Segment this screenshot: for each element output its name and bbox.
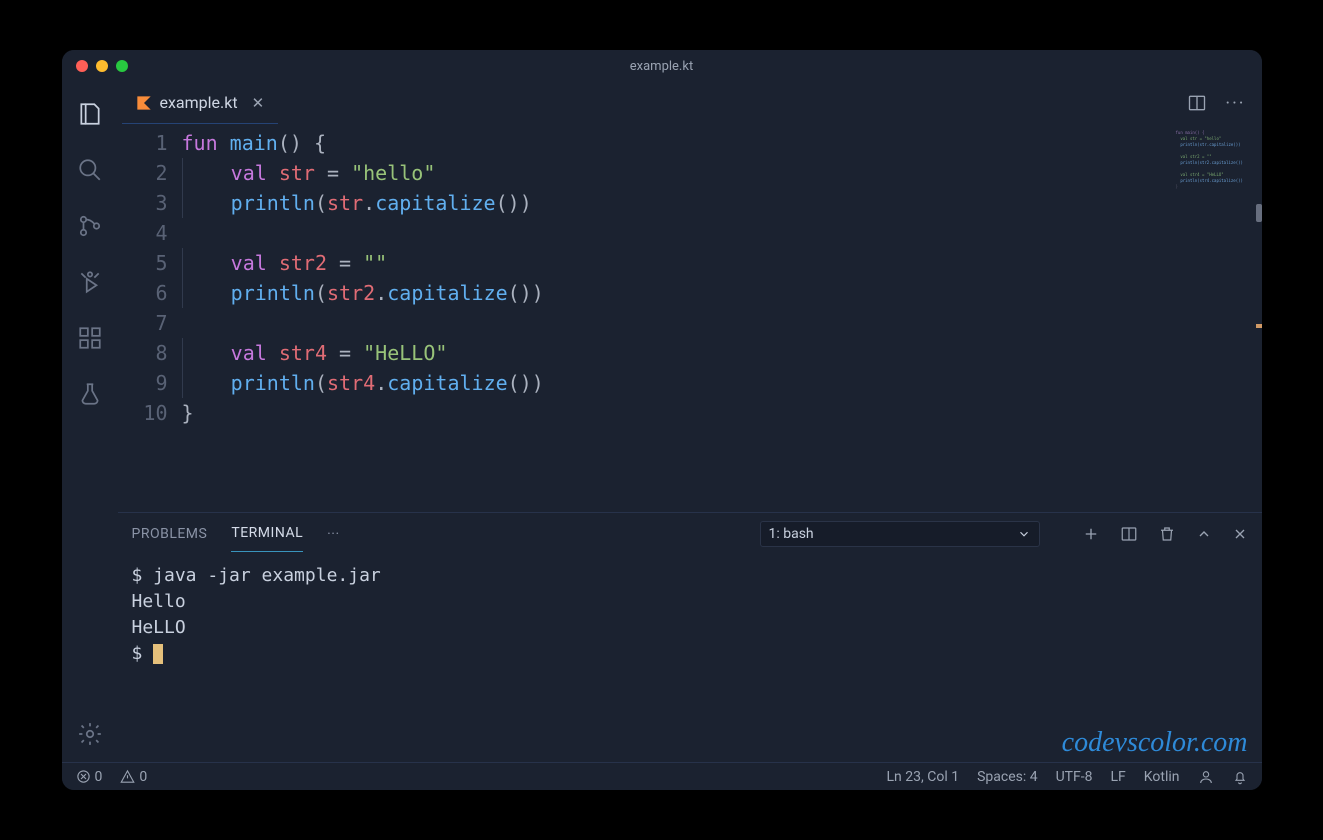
close-window-button[interactable] — [76, 60, 88, 72]
status-bar: 0 0 Ln 23, Col 1 Spaces: 4 UTF-8 LF Kotl… — [62, 762, 1262, 790]
window-title: example.kt — [62, 59, 1262, 74]
app-window: example.kt — [62, 50, 1262, 790]
status-feedback-icon[interactable] — [1198, 769, 1214, 785]
explorer-icon[interactable] — [76, 100, 104, 128]
bottom-panel: PROBLEMS TERMINAL ··· 1: bash — [118, 512, 1262, 762]
tab-example-kt[interactable]: example.kt ✕ — [122, 82, 279, 124]
terminal-selector[interactable]: 1: bash — [760, 521, 1040, 547]
status-language[interactable]: Kotlin — [1144, 769, 1180, 785]
window-controls — [76, 60, 128, 72]
testing-icon[interactable] — [76, 380, 104, 408]
minimap[interactable]: fun main() { val str = "hello" println(s… — [1172, 124, 1262, 512]
status-bell-icon[interactable] — [1232, 769, 1248, 785]
status-eol[interactable]: LF — [1111, 769, 1126, 785]
activity-bar — [62, 82, 118, 762]
status-warnings[interactable]: 0 — [120, 769, 147, 785]
titlebar: example.kt — [62, 50, 1262, 82]
kotlin-file-icon — [136, 95, 152, 111]
extensions-icon[interactable] — [76, 324, 104, 352]
editor-more-icon[interactable]: ··· — [1225, 93, 1245, 114]
maximize-window-button[interactable] — [116, 60, 128, 72]
panel-tab-problems[interactable]: PROBLEMS — [132, 516, 208, 552]
status-encoding[interactable]: UTF-8 — [1056, 769, 1093, 785]
status-spaces[interactable]: Spaces: 4 — [977, 769, 1038, 785]
watermark: codevscolor.com — [1062, 730, 1248, 756]
tab-label: example.kt — [160, 93, 238, 112]
trash-terminal-icon[interactable] — [1158, 525, 1176, 543]
status-errors[interactable]: 0 — [76, 769, 103, 785]
close-panel-icon[interactable] — [1232, 526, 1248, 542]
settings-gear-icon[interactable] — [76, 720, 104, 748]
split-terminal-icon[interactable] — [1120, 525, 1138, 543]
terminal-output[interactable]: $ java -jar example.jarHelloHeLLO$ codev… — [118, 555, 1262, 762]
chevron-down-icon — [1017, 527, 1031, 541]
source-control-icon[interactable] — [76, 212, 104, 240]
search-icon[interactable] — [76, 156, 104, 184]
split-editor-icon[interactable] — [1187, 93, 1207, 113]
terminal-selector-label: 1: bash — [769, 526, 814, 542]
code-editor[interactable]: 12345678910 fun main() { val str = "hell… — [118, 124, 1172, 512]
new-terminal-icon[interactable] — [1082, 525, 1100, 543]
debug-icon[interactable] — [76, 268, 104, 296]
status-warning-count: 0 — [139, 769, 147, 785]
status-cursor[interactable]: Ln 23, Col 1 — [887, 769, 960, 785]
status-error-count: 0 — [95, 769, 103, 785]
minimize-window-button[interactable] — [96, 60, 108, 72]
code-content: fun main() { val str = "hello" println(s… — [182, 128, 1172, 512]
panel-tab-more[interactable]: ··· — [327, 516, 339, 552]
editor-tabs: example.kt ✕ ··· — [118, 82, 1262, 124]
tab-close-icon[interactable]: ✕ — [252, 94, 265, 112]
maximize-panel-icon[interactable] — [1196, 526, 1212, 542]
line-gutter: 12345678910 — [118, 128, 182, 512]
panel-tab-terminal[interactable]: TERMINAL — [231, 515, 303, 552]
